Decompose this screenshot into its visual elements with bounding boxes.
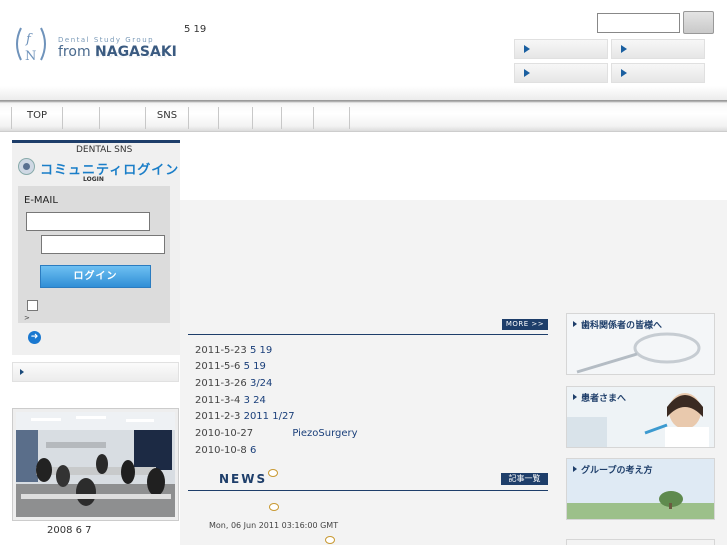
- circle-arrow-icon[interactable]: ➜: [28, 331, 41, 344]
- arrow-right-icon: [524, 45, 530, 53]
- quick-link-3[interactable]: [514, 63, 608, 83]
- quick-link-1[interactable]: [514, 39, 608, 59]
- banner-partial[interactable]: [566, 539, 715, 545]
- item-title: 6: [249, 445, 257, 456]
- comment-bubble-icon: [325, 536, 335, 544]
- photo-frame: [12, 408, 179, 521]
- login-button[interactable]: ログイン: [40, 265, 151, 288]
- comment-bubble-icon: [269, 503, 279, 511]
- list-item[interactable]: 2011-5-23 5 19: [195, 345, 272, 356]
- item-title: 3 24: [243, 395, 266, 406]
- sns-login-subtitle: LOGIN: [83, 176, 104, 183]
- remember-checkbox[interactable]: [27, 300, 38, 311]
- banner-label: 患者さまへ: [573, 391, 626, 404]
- divider: [188, 334, 548, 335]
- quick-link-2[interactable]: [611, 39, 705, 59]
- arrow-right-icon: [621, 45, 627, 53]
- svg-text:f: f: [25, 32, 33, 47]
- item-title: PiezoSurgery: [292, 428, 358, 439]
- nav-item-3[interactable]: [99, 107, 145, 129]
- nav-item-7[interactable]: [252, 107, 281, 129]
- list-item[interactable]: 2011-3-4 3 24: [195, 395, 266, 406]
- banner-patients[interactable]: 患者さまへ: [566, 386, 715, 448]
- item-date: 2011-2-3: [195, 411, 241, 422]
- arrow-right-icon: [20, 369, 24, 375]
- list-item[interactable]: 2010-10-8 6: [195, 445, 256, 456]
- list-item[interactable]: 2010-10-27 PiezoSurgery: [195, 428, 358, 439]
- nav-item-top[interactable]: TOP: [11, 107, 62, 129]
- item-date: 2010-10-27: [195, 428, 254, 439]
- item-date: 2011-3-4: [195, 395, 241, 406]
- photo-caption: 2008 6 7: [47, 525, 92, 536]
- banner-label: グループの考え方: [573, 463, 652, 476]
- item-title: 5 19: [243, 361, 266, 372]
- nav-item-sns[interactable]: SNS: [145, 107, 188, 129]
- list-item[interactable]: 2011-2-3 2011 1/27: [195, 411, 295, 422]
- search-input[interactable]: [597, 13, 680, 33]
- comment-bubble-icon: [268, 469, 278, 477]
- divider: [188, 490, 548, 491]
- item-date: 2011-5-6: [195, 361, 241, 372]
- header-date: 5 19: [184, 24, 207, 35]
- seminar-scene: [16, 412, 175, 517]
- nav-shadow: [0, 86, 727, 100]
- arrow-right-icon: [621, 69, 627, 77]
- seminar-photo[interactable]: [16, 412, 175, 517]
- logo-reflection: from NAGASAKI: [58, 49, 168, 58]
- news-heading: NEWS: [219, 472, 268, 486]
- item-date: 2011-3-26: [195, 378, 247, 389]
- nav-item-2[interactable]: [62, 107, 99, 129]
- list-item[interactable]: 2011-3-26 3/24: [195, 378, 272, 389]
- item-title: 3/24: [249, 378, 273, 389]
- forgot-link[interactable]: >: [24, 314, 30, 322]
- nav-item-8[interactable]: [281, 107, 313, 129]
- arrow-right-icon: [524, 69, 530, 77]
- sns-label: DENTAL SNS: [76, 145, 133, 155]
- logo-subtitle: Dental Study Group: [58, 36, 155, 44]
- more-button[interactable]: MORE >>: [502, 319, 548, 330]
- password-field[interactable]: [41, 235, 165, 254]
- item-date: 2011-5-23: [195, 345, 247, 356]
- nav-item-6[interactable]: [218, 107, 252, 129]
- email-field[interactable]: [26, 212, 150, 231]
- list-item[interactable]: 2011-5-6 5 19: [195, 361, 266, 372]
- logo-mark: f N: [16, 27, 46, 64]
- item-date: 2010-10-8: [195, 445, 247, 456]
- search-button[interactable]: [683, 11, 714, 34]
- item-title: 2011 1/27: [243, 411, 295, 422]
- quick-link-4[interactable]: [611, 63, 705, 83]
- article-list-button[interactable]: 記事一覧: [501, 473, 548, 485]
- community-icon: [18, 158, 35, 175]
- svg-text:N: N: [25, 49, 36, 64]
- banner-group-philosophy[interactable]: グループの考え方: [566, 458, 715, 520]
- banner-label: 歯科関係者の皆様へ: [573, 318, 662, 331]
- news-date: Mon, 06 Jun 2011 03:16:00 GMT: [209, 521, 339, 530]
- email-label: E-MAIL: [24, 195, 58, 206]
- side-link[interactable]: [12, 362, 179, 382]
- page: { "header": { "logo_sub": "Dental Study …: [0, 0, 727, 545]
- item-title: 5 19: [249, 345, 273, 356]
- nav-item-9[interactable]: [313, 107, 350, 129]
- nav-item-5[interactable]: [188, 107, 218, 129]
- banner-dental-professionals[interactable]: 歯科関係者の皆様へ: [566, 313, 715, 375]
- login-form: [18, 186, 170, 323]
- sns-title: コミュニティログイン: [40, 163, 180, 178]
